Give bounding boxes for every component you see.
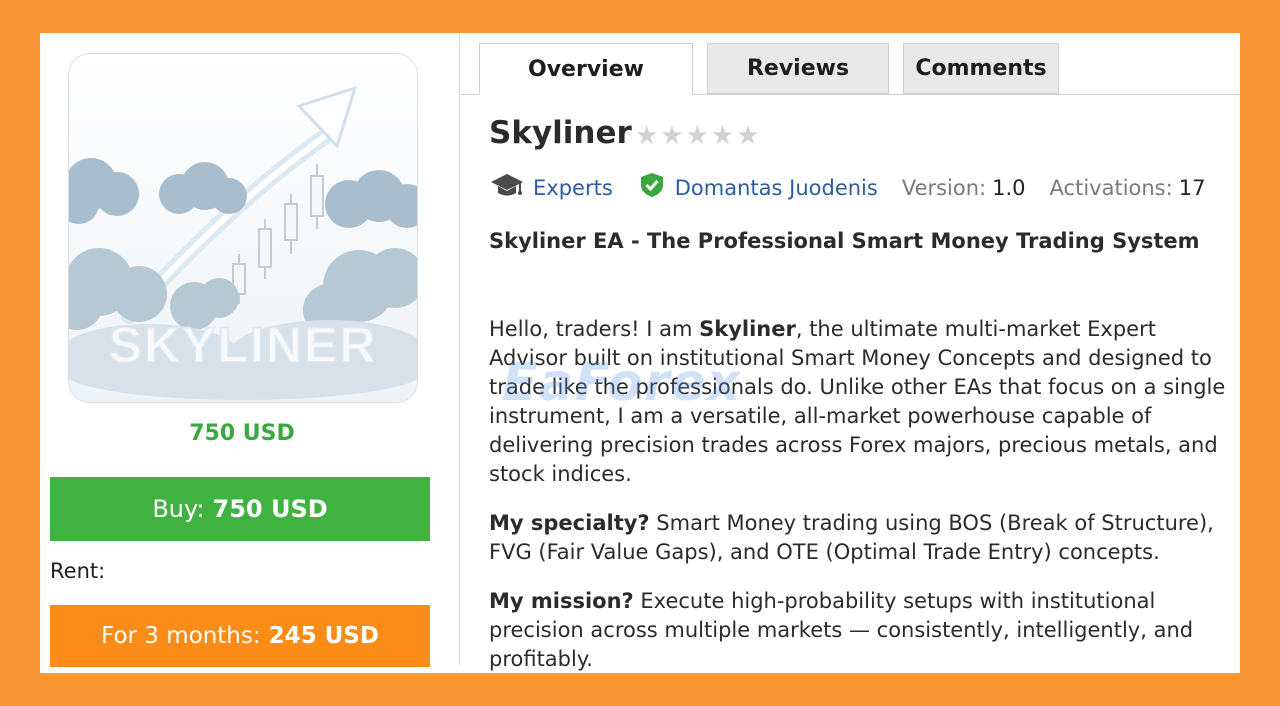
- activations-label: Activations:: [1049, 175, 1173, 200]
- rent-label: Rent:: [50, 559, 106, 583]
- product-tabs: Overview Reviews Comments: [461, 43, 1240, 95]
- product-panel: SKYLINER 750 USD Buy: 750 USD Rent: For …: [40, 33, 1240, 673]
- intro-text-rest: , the ultimate multi-market Expert Advis…: [489, 317, 1226, 486]
- specialty-label: My specialty?: [489, 511, 650, 535]
- skyliner-logo-image: SKYLINER: [69, 54, 417, 402]
- mission-label: My mission?: [489, 589, 634, 613]
- product-sidebar: SKYLINER 750 USD Buy: 750 USD Rent: For …: [40, 33, 460, 673]
- activations-value: 17: [1178, 175, 1206, 200]
- product-price: 750 USD: [189, 421, 295, 446]
- verified-shield-icon: [639, 171, 665, 204]
- category-link[interactable]: Experts: [533, 176, 613, 200]
- product-title: Skyliner: [489, 115, 632, 151]
- product-image[interactable]: SKYLINER: [68, 53, 418, 403]
- description-heading: Skyliner EA - The Professional Smart Mon…: [489, 229, 1200, 253]
- tab-reviews[interactable]: Reviews: [707, 43, 889, 94]
- intro-text-start: Hello, traders! I am: [489, 317, 700, 341]
- column-divider: [459, 33, 460, 665]
- rating-stars: ★★★★★: [635, 121, 762, 151]
- buy-button[interactable]: Buy: 750 USD: [50, 477, 430, 541]
- rent-option-label: For 3 months:: [101, 623, 261, 649]
- description-paragraph-intro: Hello, traders! I am Skyliner, the ultim…: [489, 315, 1234, 489]
- product-meta: Experts Domantas Juodenis Version: 1.0 A…: [489, 171, 1205, 204]
- version-value: 1.0: [992, 175, 1026, 200]
- buy-button-label: Buy:: [152, 495, 205, 523]
- image-logo-text: SKYLINER: [109, 317, 378, 373]
- buy-button-price: 750 USD: [212, 495, 328, 523]
- description-paragraph-specialty: My specialty? Smart Money trading using …: [489, 509, 1234, 567]
- graduation-cap-icon: [489, 171, 525, 204]
- intro-product-name: Skyliner: [699, 317, 796, 341]
- tab-overview[interactable]: Overview: [479, 43, 693, 95]
- tab-comments[interactable]: Comments: [903, 43, 1059, 94]
- description-paragraph-mission: My mission? Execute high-probability set…: [489, 587, 1234, 673]
- version-label: Version:: [901, 175, 987, 200]
- author-link[interactable]: Domantas Juodenis: [675, 176, 878, 200]
- rent-option-price: 245 USD: [268, 623, 379, 649]
- rent-3-months-button[interactable]: For 3 months: 245 USD: [50, 605, 430, 667]
